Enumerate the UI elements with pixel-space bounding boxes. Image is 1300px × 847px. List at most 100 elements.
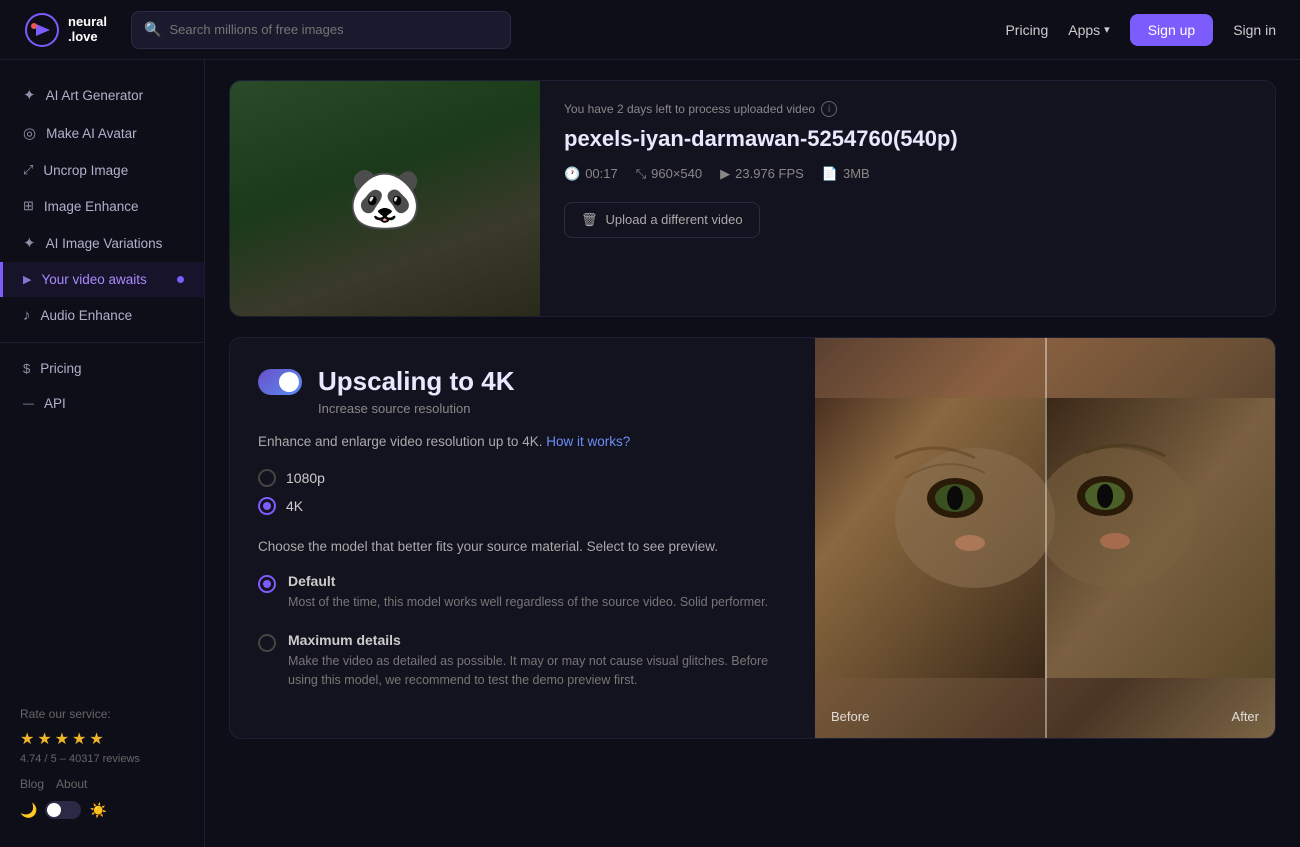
radio-circle-1080p bbox=[258, 469, 276, 487]
resolution-option-1080p[interactable]: 1080p bbox=[258, 469, 787, 487]
chevron-down-icon: ▾ bbox=[1104, 23, 1110, 36]
main-content: 🐼 You have 2 days left to process upload… bbox=[205, 60, 1300, 847]
model-option-default[interactable]: Default Most of the time, this model wor… bbox=[258, 573, 787, 612]
image-enhance-icon: ⊞ bbox=[23, 198, 34, 214]
resolution-icon: ⤡ bbox=[636, 166, 646, 182]
fps-icon: ▶ bbox=[720, 166, 730, 182]
sidebar-item-make-ai-avatar[interactable]: ◎ Make AI Avatar bbox=[0, 114, 204, 152]
logo[interactable]: neural .love bbox=[24, 12, 107, 48]
logo-line2: .love bbox=[68, 30, 107, 44]
upscale-card: Upscaling to 4K Increase source resoluti… bbox=[229, 337, 1276, 739]
notification-dot bbox=[177, 276, 184, 283]
radio-label-1080p: 1080p bbox=[286, 470, 325, 486]
header: neural .love 🔍 Pricing Apps ▾ Sign up Si… bbox=[0, 0, 1300, 60]
model-option-maximum-details[interactable]: Maximum details Make the video as detail… bbox=[258, 632, 787, 690]
video-filename: pexels-iyan-darmawan-5254760(540p) bbox=[564, 125, 1251, 154]
toggle-thumb bbox=[279, 372, 299, 392]
upscale-subtitle: Increase source resolution bbox=[318, 401, 787, 416]
logo-line1: neural bbox=[68, 15, 107, 29]
nav-pricing[interactable]: Pricing bbox=[1005, 22, 1048, 38]
blog-link[interactable]: Blog bbox=[20, 777, 44, 791]
model-name-maximum-details: Maximum details bbox=[288, 632, 787, 648]
info-icon: i bbox=[821, 101, 837, 117]
sidebar-item-label: Your video awaits bbox=[41, 272, 146, 287]
sidebar-bottom-nav: $ Pricing — API bbox=[0, 351, 204, 421]
video-fps: ▶ 23.976 FPS bbox=[720, 166, 804, 182]
sidebar-item-pricing[interactable]: $ Pricing bbox=[0, 351, 204, 386]
pricing-icon: $ bbox=[23, 361, 30, 376]
header-nav: Pricing Apps ▾ Sign up Sign in bbox=[1005, 14, 1276, 46]
sidebar-bottom: Rate our service: ★ ★ ★ ★ ★ 4.74 / 5 – 4… bbox=[0, 695, 204, 831]
upscale-preview: Before After bbox=[815, 338, 1275, 738]
model-name-default: Default bbox=[288, 573, 768, 589]
sidebar: ✦ AI Art Generator ◎ Make AI Avatar ⤢ Un… bbox=[0, 60, 205, 847]
model-desc-maximum-details: Make the video as detailed as possible. … bbox=[288, 652, 787, 690]
upscale-title: Upscaling to 4K bbox=[318, 366, 514, 397]
sidebar-nav: ✦ AI Art Generator ◎ Make AI Avatar ⤢ Un… bbox=[0, 76, 204, 334]
preview-label-before: Before bbox=[831, 709, 869, 724]
upscale-description: Enhance and enlarge video resolution up … bbox=[258, 434, 787, 449]
panda-image: 🐼 bbox=[230, 81, 540, 316]
radio-label-4k: 4K bbox=[286, 498, 303, 514]
video-resolution: ⤡ 960×540 bbox=[636, 166, 702, 182]
uncrop-icon: ⤢ bbox=[23, 162, 33, 178]
radio-circle-maximum-details bbox=[258, 634, 276, 652]
sidebar-item-your-video-awaits[interactable]: ▶ Your video awaits bbox=[0, 262, 204, 297]
sidebar-item-api[interactable]: — API bbox=[0, 386, 204, 421]
nav-apps[interactable]: Apps ▾ bbox=[1068, 22, 1109, 38]
sidebar-item-ai-art-generator[interactable]: ✦ AI Art Generator bbox=[0, 76, 204, 114]
sidebar-footer-links: Blog About bbox=[20, 777, 184, 791]
avatar-icon: ◎ bbox=[23, 124, 36, 142]
sidebar-item-label: Make AI Avatar bbox=[46, 126, 137, 141]
video-duration: 🕐 00:17 bbox=[564, 166, 618, 182]
video-thumbnail: 🐼 bbox=[230, 81, 540, 316]
toggle-track[interactable] bbox=[45, 801, 81, 819]
upscale-left-panel: Upscaling to 4K Increase source resoluti… bbox=[230, 338, 815, 738]
main-layout: ✦ AI Art Generator ◎ Make AI Avatar ⤢ Un… bbox=[0, 60, 1300, 847]
preview-label-after: After bbox=[1232, 709, 1259, 724]
about-link[interactable]: About bbox=[56, 777, 87, 791]
theme-toggle[interactable]: 🌙 ☀️ bbox=[20, 801, 184, 819]
resolution-option-4k[interactable]: 4K bbox=[258, 497, 787, 515]
video-info: You have 2 days left to process uploaded… bbox=[540, 81, 1275, 316]
resolution-radio-group: 1080p 4K bbox=[258, 469, 787, 515]
sidebar-item-image-enhance[interactable]: ⊞ Image Enhance bbox=[0, 188, 204, 224]
preview-divider bbox=[1045, 338, 1047, 738]
sidebar-item-label: Pricing bbox=[40, 361, 81, 376]
logo-icon bbox=[24, 12, 60, 48]
upscale-toggle[interactable] bbox=[258, 369, 302, 395]
art-generator-icon: ✦ bbox=[23, 86, 36, 104]
video-awaits-icon: ▶ bbox=[23, 273, 31, 286]
sidebar-item-label: AI Art Generator bbox=[46, 88, 144, 103]
search-bar[interactable]: 🔍 bbox=[131, 11, 511, 49]
toggle-thumb bbox=[47, 803, 61, 817]
radio-circle-default bbox=[258, 575, 276, 593]
rating-text: 4.74 / 5 – 40317 reviews bbox=[20, 753, 184, 765]
video-notice: You have 2 days left to process uploaded… bbox=[564, 101, 1251, 117]
search-icon: 🔍 bbox=[144, 21, 161, 38]
clock-icon: 🕐 bbox=[564, 166, 580, 182]
signup-button[interactable]: Sign up bbox=[1130, 14, 1213, 46]
variations-icon: ✦ bbox=[23, 234, 36, 252]
sidebar-item-label: API bbox=[44, 396, 66, 411]
model-section-prompt: Choose the model that better fits your s… bbox=[258, 537, 787, 557]
audio-enhance-icon: ♪ bbox=[23, 307, 31, 324]
upload-icon: 🗑 bbox=[581, 212, 598, 228]
upscale-header: Upscaling to 4K bbox=[258, 366, 787, 397]
sidebar-item-uncrop-image[interactable]: ⤢ Uncrop Image bbox=[0, 152, 204, 188]
upload-different-video-button[interactable]: 🗑 Upload a different video bbox=[564, 202, 760, 238]
sidebar-item-label: Audio Enhance bbox=[41, 308, 133, 323]
sidebar-item-audio-enhance[interactable]: ♪ Audio Enhance bbox=[0, 297, 204, 334]
video-size: 📄 3MB bbox=[822, 166, 870, 182]
moon-icon: 🌙 bbox=[20, 802, 37, 819]
sidebar-divider bbox=[0, 342, 204, 343]
model-desc-default: Most of the time, this model works well … bbox=[288, 593, 768, 612]
video-meta: 🕐 00:17 ⤡ 960×540 ▶ 23.976 FPS 📄 3MB bbox=[564, 166, 1251, 182]
search-input[interactable] bbox=[169, 22, 498, 37]
signin-button[interactable]: Sign in bbox=[1233, 22, 1276, 38]
sidebar-item-ai-image-variations[interactable]: ✦ AI Image Variations bbox=[0, 224, 204, 262]
star-rating[interactable]: ★ ★ ★ ★ ★ bbox=[20, 729, 184, 749]
radio-circle-4k bbox=[258, 497, 276, 515]
sun-icon: ☀️ bbox=[89, 802, 106, 819]
sidebar-item-label: Uncrop Image bbox=[43, 163, 128, 178]
